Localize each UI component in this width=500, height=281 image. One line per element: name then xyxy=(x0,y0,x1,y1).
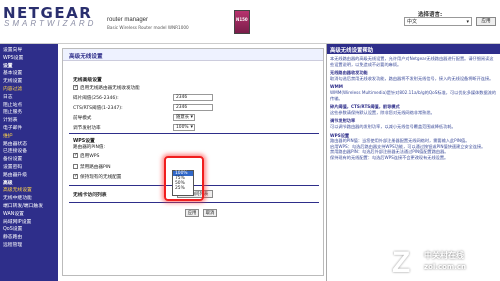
help-intro: 本无线路由器的高级无线设置，允许用户对Netgear无线路由器进行配置。请仔细阅… xyxy=(330,56,494,67)
help-text: 可以调节路由器的发射功率，以减小无线信号覆盖范围或降低功耗。 xyxy=(330,123,456,129)
cts-threshold-label: CTS/RTS阈值(1-2347): xyxy=(73,106,123,111)
language-apply-button[interactable]: 应用 xyxy=(476,17,496,26)
sidebar-item[interactable]: 无线设置 xyxy=(3,78,55,86)
sidebar-item[interactable]: 路由器升级 xyxy=(3,172,55,180)
preamble-select[interactable]: 随意长 xyxy=(173,114,195,121)
language-select[interactable]: 中文 xyxy=(404,17,472,26)
help-text: 这些参数请保持默认设置，除非您对无线网络非常熟悉。 xyxy=(330,109,435,115)
router-manager-title: router manager xyxy=(107,17,149,23)
divider xyxy=(69,202,319,203)
disable-pin-row: 禁用路由器PIN xyxy=(73,164,111,170)
product-badge: N150 xyxy=(234,10,250,34)
router-model: Basic Wireless Router model WNR1000 xyxy=(107,25,189,30)
sidebar-item[interactable]: 端口转发/端口触发 xyxy=(3,203,55,211)
zol-watermark-cn: 中关村在线 xyxy=(424,251,464,260)
help-text: WMM(Wireless Multimedia)是针对802.11a/b/g的Q… xyxy=(330,89,497,101)
help-text: 保持现有的无线配置：勾选后WPS连接不会更改现有无线设置。 xyxy=(330,154,449,160)
zol-logo-mark: Z xyxy=(392,246,411,279)
sidebar-item[interactable]: 路由器状态 xyxy=(3,141,55,149)
keep-settings-row: 保持现有的无线配置 xyxy=(73,173,121,180)
sidebar-item[interactable]: 已连接设备 xyxy=(3,148,55,156)
preamble-label: 前导模式 xyxy=(73,116,92,121)
sidebar-item[interactable]: 阻止服务 xyxy=(3,109,55,117)
apply-button[interactable]: 应用 xyxy=(185,209,199,217)
sidebar-item: 内容过滤 xyxy=(3,86,23,92)
disable-pin-checkbox[interactable] xyxy=(73,164,78,169)
header: NETGEAR SMARTWIZARD router manager Basic… xyxy=(0,0,500,44)
sidebar-item[interactable]: 日志 xyxy=(3,94,55,102)
sidebar-item[interactable]: 基本设置 xyxy=(3,70,55,78)
zol-watermark-en: zol.com.cn xyxy=(424,263,466,271)
sidebar-item[interactable]: 设置密码 xyxy=(3,164,55,172)
enable-wps-row: 启用WPS xyxy=(73,152,99,159)
sidebar-item[interactable]: 无线中继功能 xyxy=(3,195,55,203)
sidebar-item[interactable]: 计划表 xyxy=(3,117,55,125)
zol-watermark: Z 中关村在线 zol.com.cn xyxy=(392,246,496,280)
router-pin-label: 路由器的PIN值: xyxy=(73,145,106,150)
cancel-button[interactable]: 取消 xyxy=(203,209,217,217)
sidebar-item: 设置 xyxy=(3,63,13,69)
enable-radio-checkbox[interactable] xyxy=(73,84,78,90)
help-text: 取消勾选后禁用无线收发功能，路由器将不发射无线信号，接入的无线设备将断开连接。 xyxy=(330,75,494,81)
enable-wps-checkbox[interactable] xyxy=(73,152,78,158)
keep-settings-checkbox[interactable] xyxy=(73,173,78,179)
frag-threshold-input[interactable]: 2346 xyxy=(173,94,213,101)
sidebar-item[interactable]: 备份设置 xyxy=(3,156,55,164)
section-wps: WPS设置 xyxy=(73,139,95,144)
access-list-label: 无线卡访问列表 xyxy=(73,193,107,198)
sidebar: 设置向导 WPS设置 设置 基本设置 无线设置 内容过滤日志 阻止站点 阻止服务 计划表 电子邮件… xyxy=(0,44,58,281)
frag-threshold-label: 碎片阈值(256-2346): xyxy=(73,96,119,101)
help-title: 高级无线设置帮助 xyxy=(327,44,500,54)
sidebar-item[interactable]: 设置向导 xyxy=(3,47,55,55)
annotation-highlight xyxy=(164,156,204,201)
smartwizard-logo: SMARTWIZARD xyxy=(4,19,97,28)
sidebar-item[interactable]: WAN设置 xyxy=(3,211,55,219)
enable-radio-row: 启用无线路由器无线收发功能 xyxy=(73,84,140,91)
tx-power-label: 调节发射功率 xyxy=(73,126,101,131)
sidebar-item[interactable]: QoS设置 xyxy=(3,226,55,234)
sidebar-item[interactable]: 远程管理 xyxy=(3,242,55,250)
sidebar-item[interactable]: 局域网IP设置 xyxy=(3,219,55,227)
section-advanced-wireless: 无线高级设置 xyxy=(73,78,102,83)
sidebar-item[interactable]: 高级无线设置 xyxy=(3,187,55,195)
sidebar-item: 维护 xyxy=(3,133,13,139)
help-body: 本无线路由器的高级无线设置，允许用户对Netgear无线路由器进行配置。请仔细阅… xyxy=(327,54,500,163)
page-title: 高级无线设置 xyxy=(63,49,323,61)
tx-power-select[interactable]: 100% xyxy=(173,124,195,131)
sidebar-item[interactable]: 电子邮件 xyxy=(3,125,55,133)
divider xyxy=(69,133,319,134)
sidebar-item[interactable]: 静态路由 xyxy=(3,234,55,242)
sidebar-item: 高级 xyxy=(3,180,13,186)
sidebar-item[interactable]: 阻止站点 xyxy=(3,102,55,110)
sidebar-item[interactable]: WPS设置 xyxy=(3,55,55,63)
main-panel: 高级无线设置 无线高级设置 启用无线路由器无线收发功能 碎片阈值(256-234… xyxy=(58,44,326,281)
cts-threshold-input[interactable]: 2346 xyxy=(173,104,213,111)
